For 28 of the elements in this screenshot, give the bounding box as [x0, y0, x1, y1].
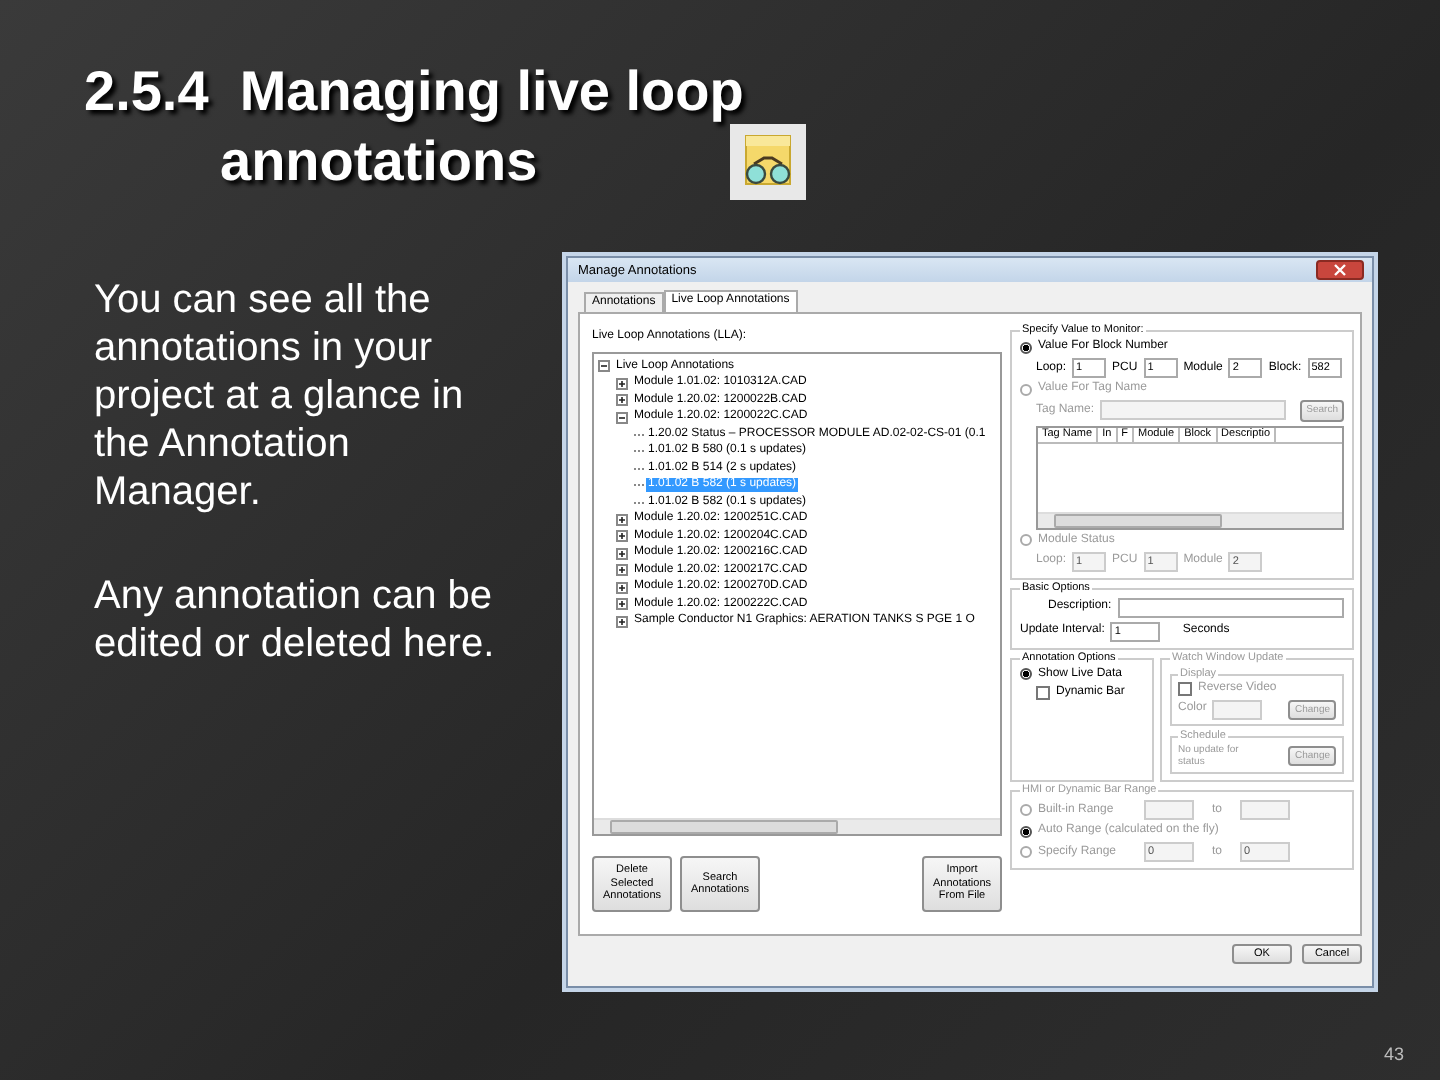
expand-icon[interactable]: [616, 377, 628, 390]
radio-button[interactable]: [1020, 534, 1032, 546]
expand-icon[interactable]: [616, 564, 628, 577]
expand-icon[interactable]: [616, 394, 628, 407]
page-number: 43: [1383, 1044, 1404, 1064]
expand-icon[interactable]: [616, 598, 628, 611]
input-field[interactable]: [1100, 400, 1287, 421]
expand-icon[interactable]: [616, 547, 628, 560]
expand-icon[interactable]: [616, 615, 628, 628]
expand-icon[interactable]: [616, 513, 628, 526]
checkbox[interactable]: [1036, 685, 1050, 699]
close-icon: [1334, 264, 1346, 276]
slide-title-line: annotations: [220, 130, 538, 194]
radio-button[interactable]: [1020, 668, 1032, 680]
collapse-icon[interactable]: [598, 360, 610, 373]
slide-title-line: 2.5.4 Managing live loop: [84, 60, 746, 124]
body-text: You can see all the annotations in your project at a glance in the Annotation Manager.: [94, 276, 466, 516]
expand-icon[interactable]: [616, 530, 628, 543]
glasses-note-icon: [729, 124, 806, 200]
horizontal-scrollbar[interactable]: [1038, 511, 1342, 527]
collapse-icon[interactable]: [616, 411, 628, 424]
radio-button[interactable]: [1020, 383, 1032, 395]
expand-icon[interactable]: [616, 581, 628, 594]
input-field[interactable]: [1117, 597, 1344, 617]
horizontal-scrollbar[interactable]: [594, 818, 1000, 834]
close-button[interactable]: [1316, 260, 1364, 280]
body-text: Any annotation can be edited or deleted here.: [94, 572, 497, 668]
radio-button[interactable]: [1020, 341, 1032, 353]
